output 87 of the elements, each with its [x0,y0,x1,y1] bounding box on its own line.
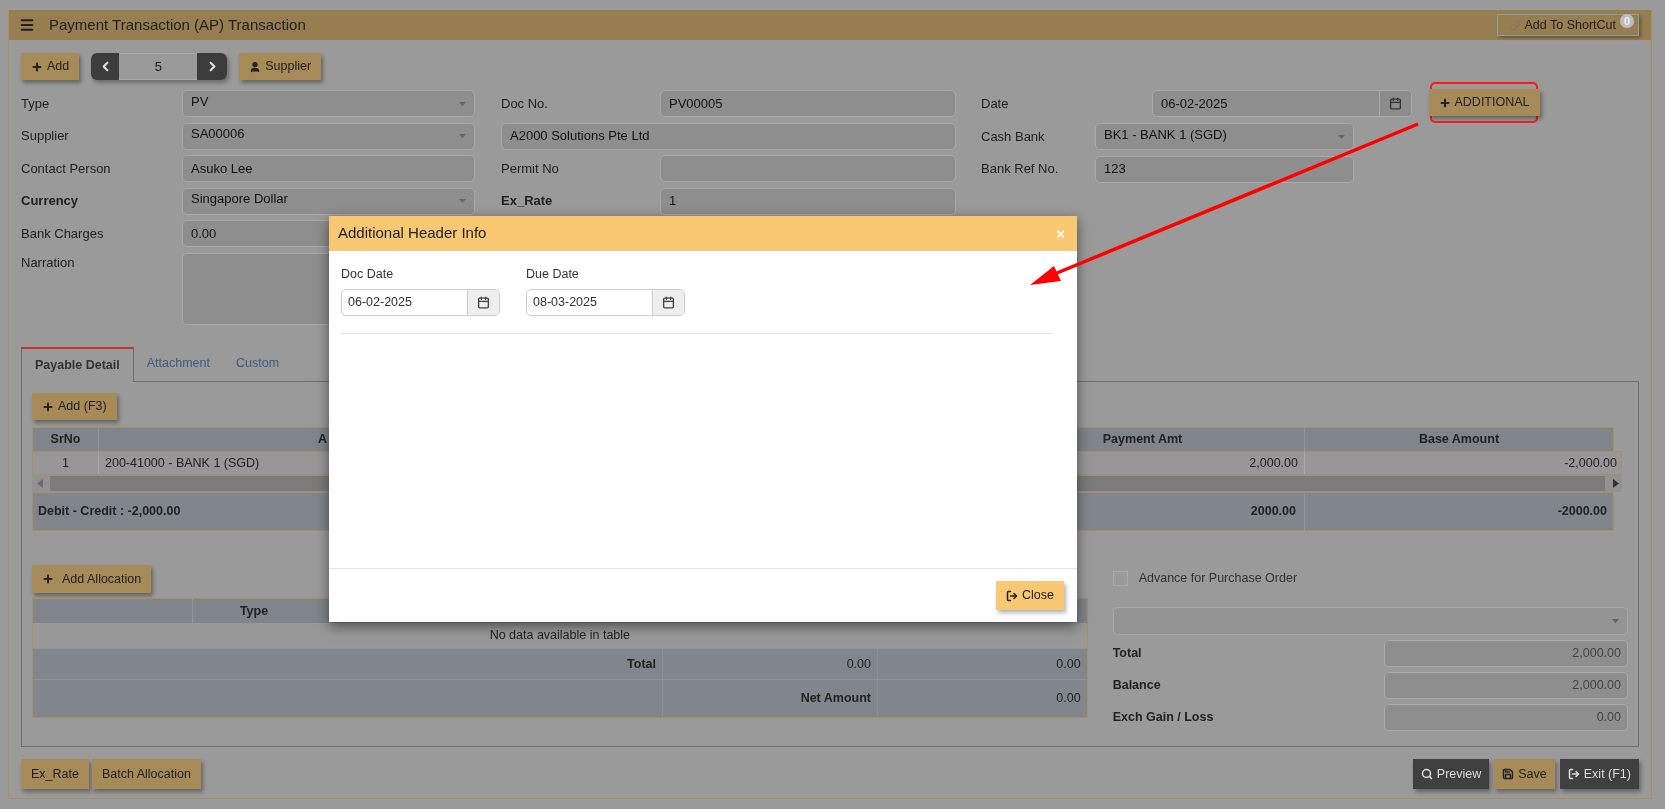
calendar-button[interactable] [467,289,499,315]
previous-button[interactable] [91,53,120,80]
field-label: Type [21,94,51,113]
input-field[interactable]: Asuko Lee [182,155,475,182]
field-label: Permit No [501,159,560,178]
additional-button[interactable]: ADDITIONAL [1428,89,1540,116]
caret-icon [459,134,466,138]
select-field[interactable]: SA00006 [182,122,475,150]
record-number-field[interactable]: 5 [119,53,198,80]
plus-icon [31,60,43,73]
calendar-icon [477,295,490,309]
total-value: 0.00 [1056,690,1081,708]
link-icon [1509,19,1521,31]
input-field[interactable]: PV00005 [660,90,956,117]
action-button[interactable]: Ex_Rate [21,759,89,789]
column-header: Type [238,602,270,620]
field-label: Contact Person [21,159,112,178]
field-label: Bank Charges [21,224,105,243]
field-label: Cash Bank [981,127,1046,146]
total-label: Total [627,655,656,673]
plus-icon [1438,96,1451,109]
caret-icon [1338,134,1345,139]
total-value: 0.00 [1056,655,1081,673]
supplier-button[interactable]: Supplier [239,53,322,80]
page-title: Payment Transaction (AP) Transaction [49,14,306,35]
add-button[interactable]: Add [21,53,80,80]
summary-label: Balance [1112,677,1161,695]
calendar-icon [662,295,675,309]
input-field[interactable]: 123 [1095,155,1354,183]
plus-icon [42,400,54,413]
date-field[interactable]: 06-02-2025 [341,288,500,316]
checkbox-label: Advance for Purchase Order [1138,569,1298,587]
menu-icon[interactable] [19,17,35,33]
add-allocation-button[interactable]: Add Allocation [32,565,152,593]
field-label: Doc No. [501,94,549,113]
date-field[interactable]: 06-02-2025 [1152,90,1412,118]
caret-icon [1612,619,1619,623]
table-cell-text: -2000.00 [1556,503,1608,521]
empty-table-message: No data available in table [489,627,630,645]
field-label: Doc Date [341,266,395,283]
calendar-button[interactable] [652,289,684,315]
input-field[interactable]: 0.00 [1384,704,1628,731]
select-field[interactable]: BK1 - BANK 1 (SGD) [1095,123,1354,150]
column-header: Base Amount [1417,431,1501,449]
add-row-button[interactable]: Add (F3) [32,393,117,420]
field-label: Supplier [21,127,70,146]
table-cell-text: 200-41000 - BANK 1 (SGD) [104,454,261,472]
field-label: Bank Ref No. [981,160,1060,179]
select-field[interactable] [1112,607,1628,635]
next-button[interactable] [197,53,228,80]
close-button[interactable]: Close [996,581,1064,610]
calendar-button[interactable] [1379,91,1411,117]
field-label: Narration [21,253,76,272]
calendar-icon [1389,97,1402,111]
user-icon [249,60,262,73]
caret-icon [459,199,466,203]
tab[interactable]: Payable Detail [21,347,134,382]
debit-credit-text: Debit - Credit : -2,000.00 [37,503,182,521]
column-header: A [317,431,329,449]
field-label: Ex_Rate [501,192,554,211]
field-label: Due Date [526,266,580,283]
action-button[interactable]: Save [1494,759,1555,789]
summary-label: Exch Gain / Loss [1112,709,1214,727]
caret-icon [459,101,466,106]
exit-icon [1006,589,1019,602]
plus-icon [42,573,54,585]
search-icon [1420,768,1433,780]
table-cell: 1 [33,452,99,474]
date-field[interactable]: 08-03-2025 [526,288,685,316]
field-label: Date [981,95,1010,113]
action-button[interactable]: Batch Allocation [91,759,201,789]
exit-icon [1567,768,1580,780]
input-field[interactable]: 1 [660,187,956,215]
total-value: 0.00 [846,655,871,673]
input-field[interactable]: A2000 Solutions Pte Ltd [501,122,956,150]
summary-label: Total [1112,645,1142,663]
field-label: Currency [21,192,80,211]
select-field[interactable]: Singapore Dollar [182,187,475,215]
table-cell-text: -2,000.00 [1563,454,1618,472]
input-field[interactable]: 2,000.00 [1384,640,1628,667]
input-field[interactable] [660,155,956,182]
scroll-right-icon[interactable] [1613,479,1619,488]
total-label: Net Amount [800,690,871,708]
action-button[interactable]: Exit (F1) [1559,759,1639,789]
select-field[interactable]: PV [182,90,475,117]
action-button[interactable]: Preview [1412,759,1490,789]
input-field[interactable]: 2,000.00 [1384,672,1628,699]
